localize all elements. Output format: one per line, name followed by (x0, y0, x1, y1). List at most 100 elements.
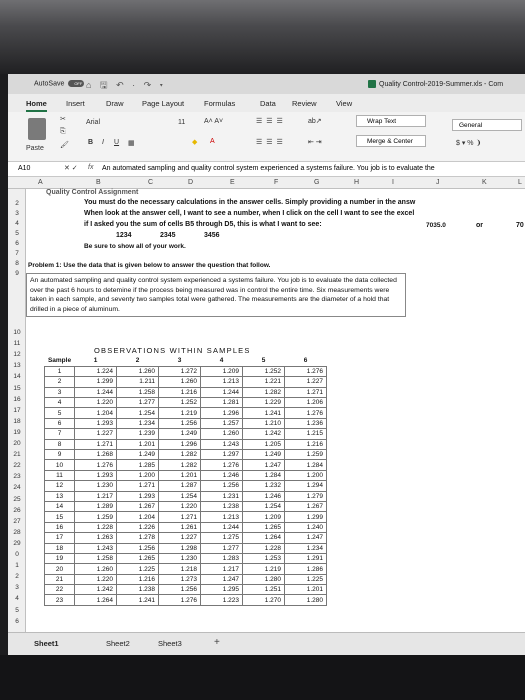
tab-home[interactable]: Home (26, 99, 47, 112)
row-header[interactable]: 17 (8, 407, 26, 414)
row-header[interactable]: 15 (8, 385, 26, 392)
observation-cell[interactable]: 1.298 (158, 542, 201, 554)
observation-cell[interactable]: 1.252 (158, 397, 201, 409)
observation-cell[interactable]: 1.228 (74, 521, 117, 534)
observation-cell[interactable]: 1.254 (158, 490, 201, 502)
row-header[interactable]: 7 (8, 250, 26, 257)
observation-cell[interactable]: 1.265 (242, 521, 285, 534)
row-header[interactable]: 21 (8, 451, 26, 458)
observation-cell[interactable]: 1.258 (116, 386, 159, 399)
observation-cell[interactable]: 1.271 (284, 386, 327, 399)
observation-cell[interactable]: 1.261 (158, 521, 201, 534)
row-header[interactable]: 9 (8, 270, 26, 277)
value-cell-b5[interactable]: 1234 (116, 232, 132, 239)
observation-cell[interactable]: 1.296 (158, 438, 201, 451)
row-header[interactable]: 20 (8, 440, 26, 447)
sample-number-cell[interactable]: 23 (44, 594, 75, 606)
observation-cell[interactable]: 1.223 (200, 594, 243, 606)
sample-header[interactable]: Sample (45, 356, 75, 366)
observation-cell[interactable]: 1.216 (158, 386, 201, 399)
observation-cell[interactable]: 1.272 (158, 365, 201, 378)
row-header[interactable]: 27 (8, 518, 26, 525)
observation-cell[interactable]: 1.216 (116, 573, 159, 586)
row-header[interactable]: 8 (8, 260, 26, 267)
observation-cell[interactable]: 1.265 (116, 552, 159, 565)
cut-icon[interactable]: ✂ (60, 115, 66, 123)
bold-button[interactable]: B (88, 139, 93, 146)
row-header[interactable]: 5 (8, 230, 26, 237)
observation-cell[interactable]: 1.259 (74, 511, 117, 523)
col-header-d[interactable]: D (188, 179, 193, 186)
col-header-j[interactable]: J (436, 179, 440, 186)
row-header[interactable]: 2 (8, 200, 26, 207)
formula-input[interactable]: An automated sampling and quality contro… (102, 165, 435, 172)
sample-number-cell[interactable]: 8 (44, 438, 75, 451)
observation-cell[interactable]: 1.273 (158, 573, 201, 586)
observation-cell[interactable]: 1.225 (284, 573, 327, 586)
show-work-note[interactable]: Be sure to show all of your work. (84, 243, 186, 250)
autosave-control[interactable]: AutoSave OFF (34, 80, 85, 87)
row-header[interactable]: 3 (8, 584, 26, 591)
observation-cell[interactable]: 1.260 (74, 563, 117, 575)
number-format-select[interactable]: General (452, 119, 522, 131)
observation-cell[interactable]: 1.286 (284, 563, 327, 575)
sample-number-cell[interactable]: 15 (44, 511, 75, 523)
observation-cell[interactable]: 1.238 (200, 500, 243, 513)
col-header-e[interactable]: E (230, 179, 235, 186)
observation-cell[interactable]: 1.299 (74, 376, 117, 388)
sample-number-cell[interactable]: 19 (44, 552, 75, 565)
sample-number-cell[interactable]: 20 (44, 563, 75, 575)
orientation-icon[interactable]: ab↗ (308, 117, 322, 125)
col-header-b[interactable]: B (96, 179, 101, 186)
tab-insert[interactable]: Insert (66, 99, 85, 108)
observation-cell[interactable]: 1.219 (158, 407, 201, 419)
observation-cell[interactable]: 1.276 (158, 594, 201, 606)
row-header[interactable]: 11 (8, 340, 26, 347)
observation-cell[interactable]: 1.278 (116, 532, 159, 544)
tab-formulas[interactable]: Formulas (204, 99, 235, 108)
col-header-k[interactable]: K (482, 179, 487, 186)
row-header[interactable]: 6 (8, 618, 26, 625)
sample-number-cell[interactable]: 10 (44, 459, 75, 471)
tab-draw[interactable]: Draw (106, 99, 124, 108)
observation-cell[interactable]: 1.220 (158, 500, 201, 513)
observation-cell[interactable]: 1.247 (284, 532, 327, 544)
observation-cell[interactable]: 1.296 (200, 407, 243, 419)
observation-cell[interactable]: 1.217 (200, 563, 243, 575)
row-header[interactable]: 26 (8, 507, 26, 514)
row-header[interactable]: 6 (8, 240, 26, 247)
observation-cell[interactable]: 1.280 (242, 573, 285, 586)
italic-button[interactable]: I (102, 139, 104, 146)
row-header[interactable]: 24 (8, 484, 26, 491)
observation-cell[interactable]: 1.247 (200, 573, 243, 586)
observation-cell[interactable]: 1.285 (116, 459, 159, 471)
observation-cell[interactable]: 1.231 (200, 490, 243, 502)
observation-cell[interactable]: 1.264 (242, 532, 285, 544)
observation-cell[interactable]: 1.256 (200, 480, 243, 492)
sample-number-cell[interactable]: 21 (44, 573, 75, 586)
row-header[interactable]: 18 (8, 418, 26, 425)
col-header-c[interactable]: C (148, 179, 153, 186)
observation-cell[interactable]: 1.209 (200, 365, 243, 378)
observation-cell[interactable]: 1.243 (200, 438, 243, 451)
col-header-l[interactable]: L (518, 179, 522, 186)
sample-number-cell[interactable]: 2 (44, 376, 75, 388)
observation-cell[interactable]: 1.243 (74, 542, 117, 554)
row-header[interactable]: 0 (8, 551, 26, 558)
observation-cell[interactable]: 1.252 (242, 365, 285, 378)
observation-cell[interactable]: 1.246 (242, 490, 285, 502)
observation-cell[interactable]: 1.260 (158, 376, 201, 388)
observation-cell[interactable]: 1.282 (242, 386, 285, 399)
observation-cell[interactable]: 1.249 (116, 448, 159, 461)
observation-cell[interactable]: 1.253 (242, 552, 285, 565)
observation-cell[interactable]: 1.260 (116, 365, 159, 378)
observation-cell[interactable]: 1.220 (74, 573, 117, 586)
observation-cell[interactable]: 1.284 (242, 469, 285, 482)
row-header[interactable]: 19 (8, 429, 26, 436)
observation-cell[interactable]: 1.249 (158, 428, 201, 440)
sample-number-cell[interactable]: 13 (44, 490, 75, 502)
observation-cell[interactable]: 1.236 (284, 417, 327, 430)
row-header[interactable]: 12 (8, 351, 26, 358)
observation-cell[interactable]: 1.256 (158, 584, 201, 596)
observation-cell[interactable]: 1.238 (116, 584, 159, 596)
